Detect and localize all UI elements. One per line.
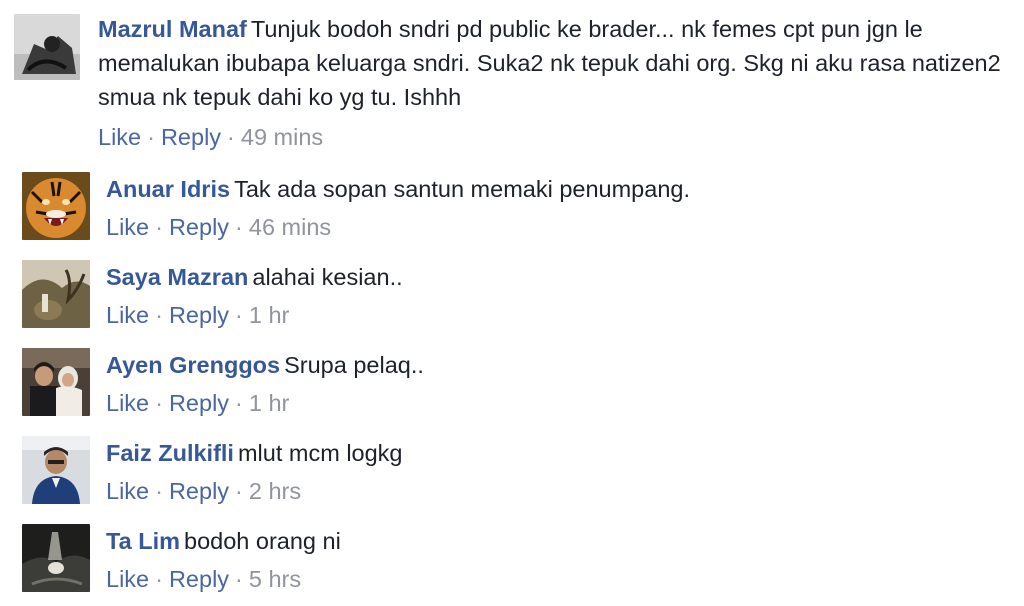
separator: · bbox=[227, 124, 235, 150]
reply-button[interactable]: Reply bbox=[169, 302, 229, 328]
reply-item: Ta Lim bodoh orang ni Like · Reply · 5 hrs bbox=[0, 512, 1024, 606]
dark-photo-icon bbox=[22, 524, 90, 592]
comment-actions: Like · Reply · 5 hrs bbox=[106, 564, 301, 594]
comment-author-link[interactable]: Anuar Idris bbox=[106, 176, 230, 202]
separator: · bbox=[155, 214, 163, 240]
separator: · bbox=[235, 478, 243, 504]
reply-button[interactable]: Reply bbox=[161, 124, 221, 150]
like-button[interactable]: Like bbox=[106, 390, 149, 416]
reply-item: Anuar Idris Tak ada sopan santun memaki p… bbox=[0, 160, 1024, 248]
comment-timestamp[interactable]: 46 mins bbox=[249, 214, 331, 240]
comment-body: Mazrul Manaf Tunjuk bodoh sndri pd public… bbox=[98, 12, 1012, 114]
like-button[interactable]: Like bbox=[106, 214, 149, 240]
separator: · bbox=[147, 124, 155, 150]
like-button[interactable]: Like bbox=[106, 566, 149, 592]
reply-item: Ayen Grenggos Srupa pelaq.. Like · Reply · 1 … bbox=[0, 336, 1024, 424]
comment-timestamp[interactable]: 5 hrs bbox=[249, 566, 301, 592]
avatar[interactable] bbox=[22, 172, 90, 240]
comment-text: mlut mcm logkg bbox=[237, 440, 403, 466]
avatar[interactable] bbox=[22, 436, 90, 504]
separator: · bbox=[235, 214, 243, 240]
couple-photo-icon bbox=[22, 348, 90, 416]
separator: · bbox=[155, 478, 163, 504]
comment-author-link[interactable]: Ayen Grenggos bbox=[106, 352, 280, 378]
landscape-photo-icon bbox=[22, 260, 90, 328]
comment-body: Saya Mazran alahai kesian.. bbox=[106, 260, 1012, 294]
avatar[interactable] bbox=[22, 524, 90, 592]
comment-timestamp[interactable]: 49 mins bbox=[241, 124, 323, 150]
comment-actions: Like · Reply · 1 hr bbox=[106, 300, 289, 330]
comment-author-link[interactable]: Ta Lim bbox=[106, 528, 180, 554]
comment-timestamp[interactable]: 1 hr bbox=[249, 302, 290, 328]
separator: · bbox=[155, 566, 163, 592]
avatar[interactable] bbox=[22, 348, 90, 416]
comment-timestamp[interactable]: 2 hrs bbox=[249, 478, 301, 504]
comment-text: Tak ada sopan santun memaki penumpang. bbox=[234, 176, 690, 202]
profile-photo-icon bbox=[14, 14, 80, 80]
separator: · bbox=[155, 390, 163, 416]
comment-body: Ayen Grenggos Srupa pelaq.. bbox=[106, 348, 1012, 382]
separator: · bbox=[235, 302, 243, 328]
avatar[interactable] bbox=[22, 260, 90, 328]
comment-body: Ta Lim bodoh orang ni bbox=[106, 524, 1012, 558]
comment-text: bodoh orang ni bbox=[184, 528, 341, 554]
comment-actions: Like · Reply · 49 mins bbox=[98, 122, 323, 152]
like-button[interactable]: Like bbox=[106, 302, 149, 328]
like-button[interactable]: Like bbox=[98, 124, 141, 150]
tiger-photo-icon bbox=[22, 172, 90, 240]
like-button[interactable]: Like bbox=[106, 478, 149, 504]
separator: · bbox=[155, 302, 163, 328]
comment-actions: Like · Reply · 1 hr bbox=[106, 388, 289, 418]
comment-item: Mazrul Manaf Tunjuk bodoh sndri pd public… bbox=[0, 0, 1024, 160]
reply-item: Saya Mazran alahai kesian.. Like · Reply · 1 … bbox=[0, 248, 1024, 336]
comment-body: Faiz Zulkifli mlut mcm logkg bbox=[106, 436, 1012, 470]
avatar[interactable] bbox=[14, 14, 80, 80]
comment-text: Srupa pelaq.. bbox=[284, 352, 424, 378]
comment-body: Anuar Idris Tak ada sopan santun memaki p… bbox=[106, 172, 1012, 206]
reply-button[interactable]: Reply bbox=[169, 478, 229, 504]
man-photo-icon bbox=[22, 436, 90, 504]
comment-timestamp[interactable]: 1 hr bbox=[249, 390, 290, 416]
comment-author-link[interactable]: Mazrul Manaf bbox=[98, 16, 247, 42]
comment-text: alahai kesian.. bbox=[252, 264, 403, 290]
comment-actions: Like · Reply · 46 mins bbox=[106, 212, 331, 242]
comment-author-link[interactable]: Faiz Zulkifli bbox=[106, 440, 234, 466]
reply-button[interactable]: Reply bbox=[169, 566, 229, 592]
reply-button[interactable]: Reply bbox=[169, 214, 229, 240]
reply-button[interactable]: Reply bbox=[169, 390, 229, 416]
comment-author-link[interactable]: Saya Mazran bbox=[106, 264, 248, 290]
separator: · bbox=[235, 566, 243, 592]
comment-actions: Like · Reply · 2 hrs bbox=[106, 476, 301, 506]
reply-item: Faiz Zulkifli mlut mcm logkg Like · Reply · 2… bbox=[0, 424, 1024, 512]
separator: · bbox=[235, 390, 243, 416]
